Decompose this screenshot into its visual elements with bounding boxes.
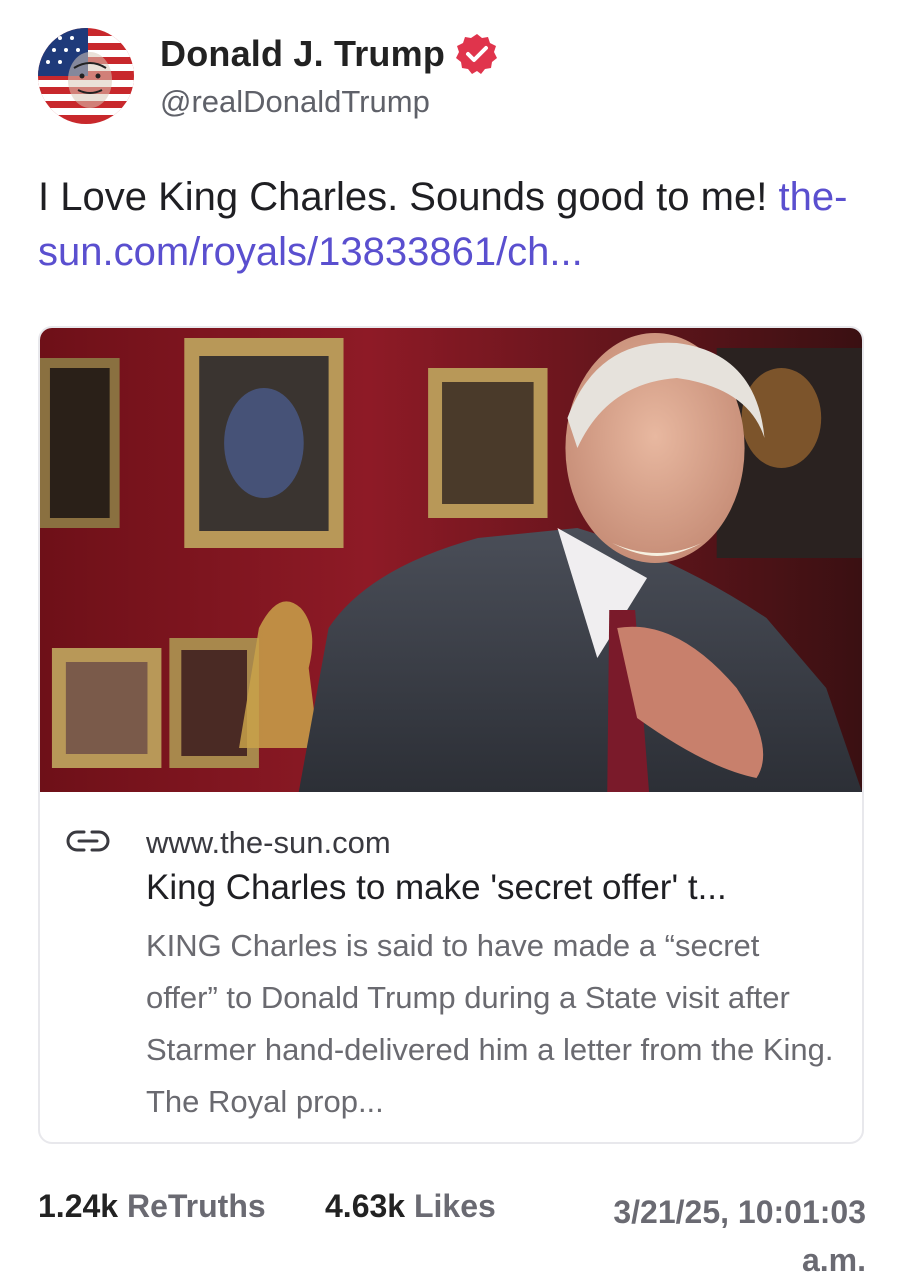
likes-stat[interactable]: 4.63k Likes — [325, 1188, 496, 1225]
link-preview-card[interactable]: www.the-sun.com King Charles to make 'se… — [38, 326, 864, 1144]
verified-badge-icon — [456, 34, 498, 74]
post-timestamp: 3/21/25, 10:01:03 a.m. — [613, 1194, 866, 1278]
likes-count: 4.63k — [325, 1188, 406, 1224]
author-name[interactable]: Donald J. Trump — [160, 33, 445, 75]
retruths-count: 1.24k — [38, 1188, 119, 1224]
post-body: I Love King Charles. Sounds good to me! … — [38, 170, 868, 280]
link-icon — [66, 830, 110, 852]
card-title[interactable]: King Charles to make 'secret offer' t... — [146, 868, 727, 908]
retruths-label: ReTruths — [126, 1188, 266, 1224]
likes-label: Likes — [413, 1188, 496, 1224]
post-text: I Love King Charles. Sounds good to me! — [38, 175, 768, 219]
preview-image — [40, 328, 862, 792]
post-header: Donald J. Trump @realDonaldTrump — [38, 26, 499, 126]
card-description: KING Charles is said to have made a “sec… — [146, 928, 834, 1119]
retruths-stat[interactable]: 1.24k ReTruths — [38, 1188, 266, 1225]
avatar[interactable] — [38, 28, 134, 124]
author-handle[interactable]: @realDonaldTrump — [160, 84, 499, 120]
card-domain: www.the-sun.com — [146, 825, 391, 860]
